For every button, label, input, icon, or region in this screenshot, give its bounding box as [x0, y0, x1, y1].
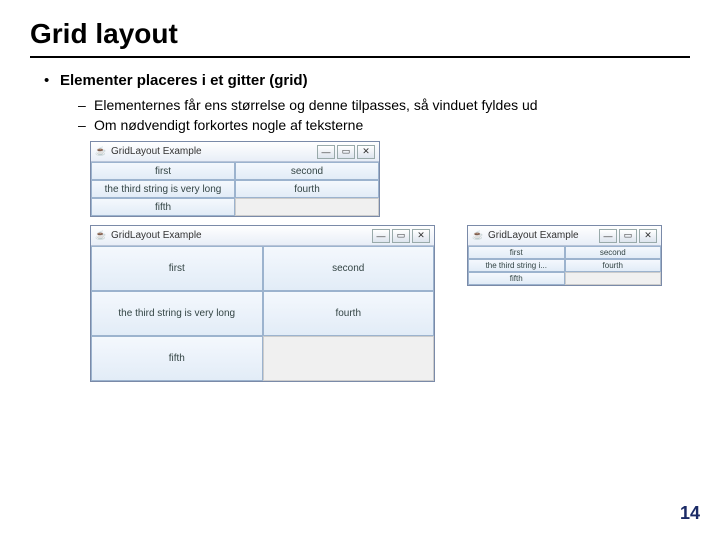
- example-window-2: ☕ GridLayout Example — ▭ ✕ first second …: [90, 225, 435, 382]
- grid-cell[interactable]: second: [235, 162, 379, 180]
- close-button[interactable]: ✕: [357, 145, 375, 159]
- minimize-button[interactable]: —: [599, 229, 617, 243]
- grid-cell[interactable]: [263, 336, 435, 381]
- close-button[interactable]: ✕: [412, 229, 430, 243]
- java-icon: ☕: [472, 230, 484, 242]
- minimize-button[interactable]: —: [372, 229, 390, 243]
- close-button[interactable]: ✕: [639, 229, 657, 243]
- window-title: GridLayout Example: [488, 230, 599, 241]
- grid-cell[interactable]: second: [565, 246, 662, 259]
- grid-cell[interactable]: first: [468, 246, 565, 259]
- page-number: 14: [680, 503, 700, 524]
- grid-cell[interactable]: the third string is very long: [91, 291, 263, 336]
- grid-cell[interactable]: [235, 198, 379, 216]
- maximize-button[interactable]: ▭: [619, 229, 637, 243]
- titlebar: ☕ GridLayout Example — ▭ ✕: [91, 142, 379, 162]
- example-window-3: ☕ GridLayout Example — ▭ ✕ first second …: [467, 225, 662, 286]
- bullet-level1: •Elementer placeres i et gitter (grid): [44, 72, 690, 89]
- slide-title: Grid layout: [30, 18, 690, 58]
- grid-cell[interactable]: the third string i...: [468, 259, 565, 272]
- grid-cell[interactable]: fourth: [235, 180, 379, 198]
- java-icon: ☕: [95, 146, 107, 158]
- grid-cell[interactable]: first: [91, 162, 235, 180]
- grid-cell[interactable]: fifth: [468, 272, 565, 285]
- titlebar: ☕ GridLayout Example — ▭ ✕: [91, 226, 434, 246]
- java-icon: ☕: [95, 230, 107, 242]
- grid-cell[interactable]: first: [91, 246, 263, 291]
- grid-cell[interactable]: fourth: [565, 259, 662, 272]
- bullet-level2-1: –Om nødvendigt forkortes nogle af tekste…: [78, 117, 690, 133]
- grid-cell[interactable]: the third string is very long: [91, 180, 235, 198]
- titlebar: ☕ GridLayout Example — ▭ ✕: [468, 226, 661, 246]
- maximize-button[interactable]: ▭: [392, 229, 410, 243]
- minimize-button[interactable]: —: [317, 145, 335, 159]
- grid-cell[interactable]: second: [263, 246, 435, 291]
- grid-cell[interactable]: fourth: [263, 291, 435, 336]
- maximize-button[interactable]: ▭: [337, 145, 355, 159]
- example-window-1: ☕ GridLayout Example — ▭ ✕ first second …: [90, 141, 380, 217]
- window-title: GridLayout Example: [111, 146, 317, 157]
- grid-cell[interactable]: fifth: [91, 198, 235, 216]
- bullet-level2-0: –Elementernes får ens størrelse og denne…: [78, 97, 690, 113]
- grid-cell[interactable]: [565, 272, 662, 285]
- window-title: GridLayout Example: [111, 230, 372, 241]
- grid-cell[interactable]: fifth: [91, 336, 263, 381]
